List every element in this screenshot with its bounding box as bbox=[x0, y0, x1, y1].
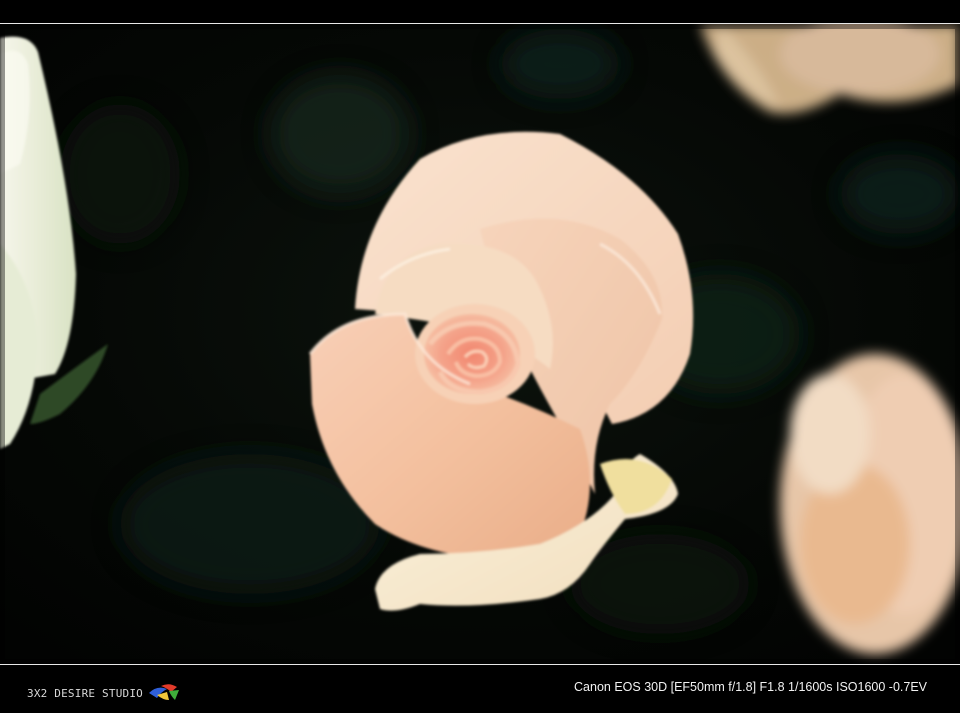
photo-frame: 3X2 DESIRE STUDIO Canon EOS 30D [EF50mm … bbox=[0, 0, 960, 713]
exif-info: Canon EOS 30D [EF50mm f/1.8] F1.8 1/1600… bbox=[574, 680, 927, 694]
studio-watermark: 3X2 DESIRE STUDIO bbox=[27, 682, 183, 704]
studio-logo-icon bbox=[147, 680, 183, 707]
rose-photograph bbox=[0, 24, 960, 664]
studio-name: 3X2 DESIRE STUDIO bbox=[27, 686, 143, 700]
